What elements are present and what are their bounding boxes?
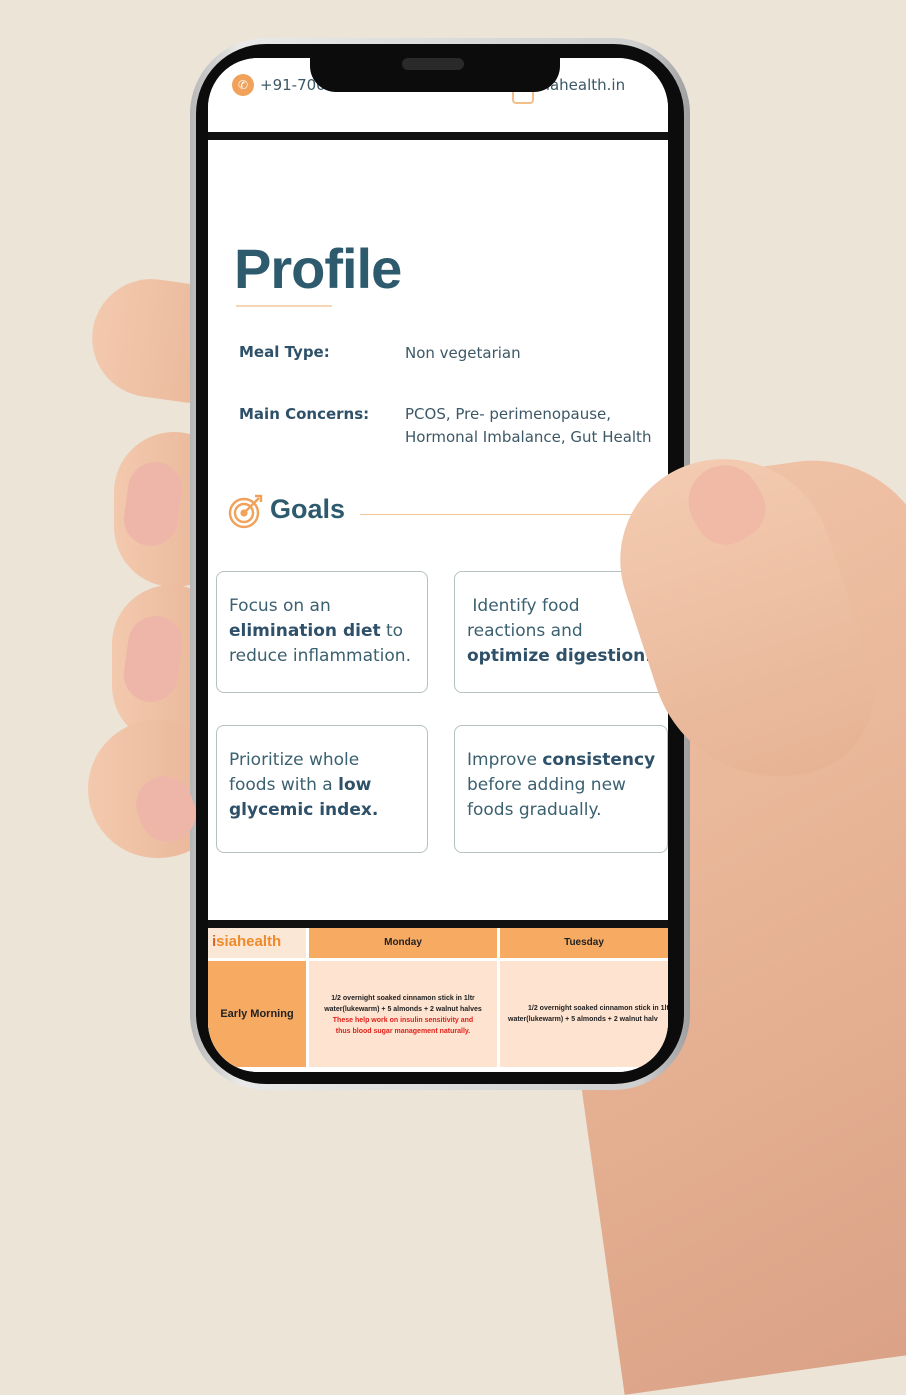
meal-text: water(lukewarm) + 5 almonds + 2 walnut h… [508,1016,658,1023]
goal-card-low-glycemic: Prioritize whole foods with a low glycem… [216,725,428,853]
meal-note: These help work on insulin sensitivity a… [332,1017,474,1024]
goals-heading: Goals [270,494,346,524]
goal-text: Improve [467,750,543,770]
goals-divider [360,514,648,515]
goal-emphasis: low [338,775,372,795]
logo-text: siahealth [216,933,282,950]
goal-text: foods gradually. [467,800,602,820]
column-header-monday: Monday [309,928,497,958]
goal-text: elimination diet to [229,619,415,644]
goal-text: foods with a [229,775,339,795]
top-divider [208,132,668,140]
row-label-early-morning: Early Morning [208,961,306,1067]
cell-monday-early-morning: 1/2 overnight soaked cinnamon stick in 1… [309,961,497,1067]
goal-emphasis: consistency [542,750,656,770]
goal-emphasis: elimination diet [229,621,381,641]
goal-emphasis: optimize digestion. [467,646,652,666]
bottom-divider [208,920,668,928]
target-icon [228,494,263,529]
phone-icon: ✆ [232,74,254,96]
goal-text: optimize digestion. [467,644,655,669]
meal-text: 1/2 overnight soaked cinnamon stick in 1… [528,1005,668,1012]
page-title: Profile [234,237,402,300]
goal-text: reduce inflammation. [229,646,411,666]
meal-type-value: Non vegetarian [405,344,521,362]
concerns-line-1: PCOS, Pre- perimenopause, [405,405,612,423]
goal-text: to [380,621,404,641]
goal-text: reactions and [467,621,583,641]
phone-speaker [402,58,464,70]
main-concerns-label: Main Concerns: [239,405,370,423]
siahealth-logo: isiahealth [208,928,306,958]
main-concerns-value: PCOS, Pre- perimenopause, Hormonal Imbal… [405,403,665,449]
goal-text: glycemic index. [229,798,415,823]
phone-screen: ✆ +91-700 siahealth.in Profile Meal Type… [208,58,668,1072]
concerns-line-2: Hormonal Imbalance, Gut Health [405,428,652,446]
goal-text: Prioritize whole [229,750,360,770]
column-header-tuesday: Tuesday [500,928,668,958]
goal-card-elimination-diet: Focus on an elimination diet to reduce i… [216,571,428,693]
meal-text: water(lukewarm) + 5 almonds + 2 walnut h… [324,1006,482,1013]
meal-type-label: Meal Type: [239,343,330,361]
meal-plan-table: isiahealth Monday Tuesday Early Morning … [208,928,668,1072]
goal-text: before adding new [467,775,626,795]
goal-text: Improve consistency [467,748,655,773]
meal-text: 1/2 overnight soaked cinnamon stick in 1… [331,995,475,1002]
title-underline [236,305,332,307]
goal-text: foods with a low [229,773,415,798]
goal-text: Focus on an [229,596,331,616]
cell-tuesday-early-morning: 1/2 overnight soaked cinnamon stick in 1… [500,961,668,1067]
goal-emphasis: glycemic index. [229,800,379,820]
goal-card-consistency: Improve consistency before adding new fo… [454,725,668,853]
meal-note: thus blood sugar management naturally. [335,1028,471,1035]
